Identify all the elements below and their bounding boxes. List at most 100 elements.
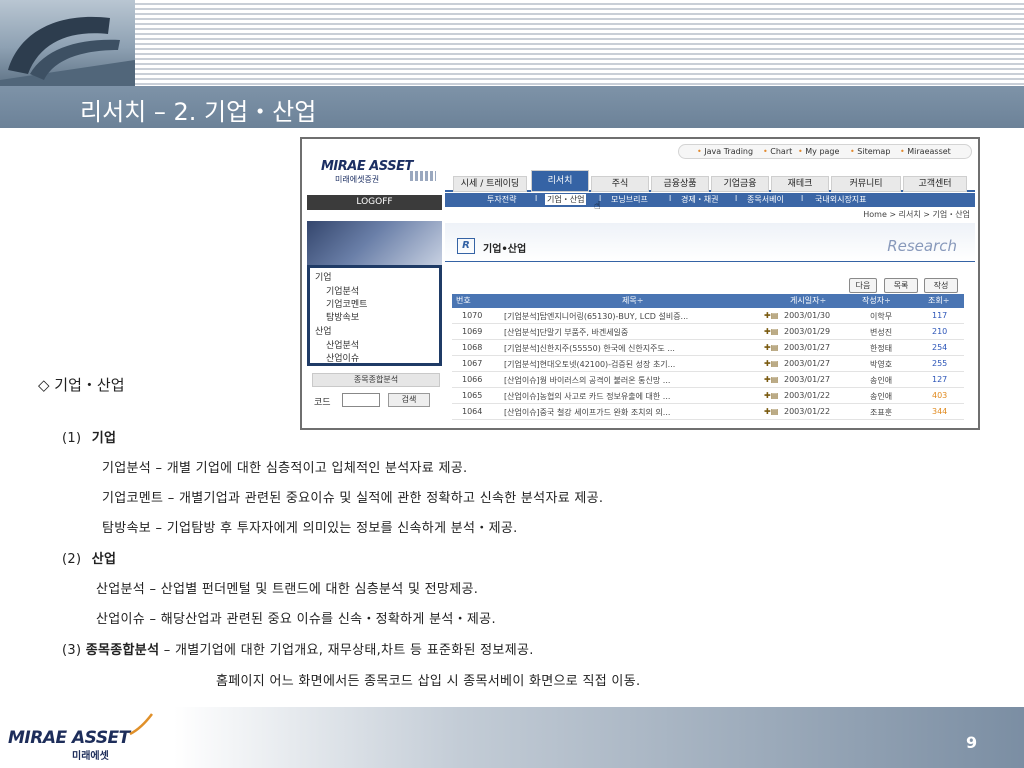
row-author: 조표훈 [870, 408, 893, 417]
logoff-button[interactable]: LOGOFF [307, 195, 442, 210]
row-views: 127 [932, 375, 948, 384]
side-menu-item-company-analysis[interactable]: 기업분석 [326, 284, 359, 297]
side-menu-group-company[interactable]: 기업 [315, 270, 332, 283]
row-title-link[interactable]: [기업분석]탑엔지니어링(65130)-BUY, LCD 설비증... [504, 311, 752, 322]
row-date: 2003/01/27 [784, 343, 831, 352]
col-header-views[interactable]: 조회÷ [928, 295, 949, 306]
row-no: 1066 [462, 375, 483, 384]
row-title-link[interactable]: [산업이슈]농협의 사고로 카드 정보유출에 대한 ... [504, 391, 752, 402]
section-1-number: (1) [62, 431, 82, 446]
row-title-link[interactable]: [산업이슈]웜 바이러스의 공격이 불러온 통신망 ... [504, 375, 752, 386]
side-menu-item-company-comment[interactable]: 기업코멘트 [326, 297, 367, 310]
side-banner-image [307, 221, 442, 266]
table-header: 번호 제목÷ 게시일자÷ 작성자÷ 조회÷ [452, 294, 964, 308]
col-header-author[interactable]: 작성자÷ [862, 295, 891, 306]
col-header-date[interactable]: 게시일자÷ [790, 295, 826, 306]
attachment-icon[interactable]: ✚▤ [764, 327, 782, 336]
content-header: R 기업•산업 Research [445, 223, 975, 261]
side-menu-group-industry[interactable]: 산업 [315, 324, 332, 337]
footer-logo: MIRAE ASSET [8, 728, 130, 748]
mouse-cursor-icon: ☝ [594, 199, 601, 212]
side-menu-item-industry-issue[interactable]: 산업이슈 [326, 351, 359, 364]
subnav-company-industry[interactable]: 기업・산업 [545, 194, 587, 205]
table-row[interactable]: 1065 [산업이슈]농협의 사고로 카드 정보유출에 대한 ... ✚▤ 20… [452, 389, 964, 404]
row-title-link[interactable]: [산업이슈]중국 철강 세이프가드 완화 조치의 의... [504, 407, 752, 418]
section-3-title: 종목종합분석 [85, 643, 160, 658]
row-author: 이학무 [870, 312, 893, 321]
attachment-icon[interactable]: ✚▤ [764, 407, 782, 416]
subnav-separator: l [735, 194, 738, 203]
site-logo[interactable]: MIRAE ASSET 미래에셋증권 [307, 145, 442, 191]
table-row[interactable]: 1069 [산업분석]단말기 부품주, 바겐세일중 ✚▤ 2003/01/29 … [452, 325, 964, 340]
row-title-link[interactable]: [기업분석]신한지주(55550) 한국에 신한지주도 ... [504, 343, 752, 354]
side-menu-item-visit-news[interactable]: 탐방속보 [326, 310, 359, 323]
header-photo [0, 0, 135, 86]
site-logo-sub: 미래에셋증권 [335, 175, 380, 184]
util-link-java-trading[interactable]: • Java Trading [697, 147, 753, 156]
sub-nav: 투자전략 l 기업・산업 l 모닝브리프 l 경제・채권 l 종목서베이 l 국… [445, 193, 975, 207]
section-1-heading: (1) 기업 [62, 427, 116, 446]
table-row[interactable]: 1064 [산업이슈]중국 철강 세이프가드 완화 조치의 의... ✚▤ 20… [452, 405, 964, 420]
table-row[interactable]: 1068 [기업분석]신한지주(55550) 한국에 신한지주도 ... ✚▤ … [452, 341, 964, 356]
attachment-icon[interactable]: ✚▤ [764, 375, 782, 384]
subnav-separator: l [801, 194, 804, 203]
search-button[interactable]: 검색 [388, 393, 430, 407]
section-2-title: 산업 [91, 552, 117, 567]
side-menu-item-industry-analysis[interactable]: 산업분석 [326, 338, 359, 351]
row-no: 1067 [462, 359, 483, 368]
subnav-market-index[interactable]: 국내외시장지표 [815, 194, 867, 205]
tab-community[interactable]: 커뮤니티 [831, 176, 901, 192]
row-author: 한정태 [870, 344, 893, 353]
tab-financial-products[interactable]: 금융상품 [651, 176, 709, 192]
section-1-title: 기업 [91, 431, 117, 446]
row-title-link[interactable]: [기업분석]현대오토넷(42100)-검증된 성장 초기... [504, 359, 752, 370]
row-no: 1070 [462, 311, 483, 320]
tab-customer-center[interactable]: 고객센터 [903, 176, 967, 192]
table-row[interactable]: 1066 [산업이슈]웜 바이러스의 공격이 불러온 통신망 ... ✚▤ 20… [452, 373, 964, 388]
section-1-line: 기업분석 – 개별 기업에 대한 심층적이고 입체적인 분석자료 제공. [102, 461, 468, 476]
subnav-morning-brief[interactable]: 모닝브리프 [611, 194, 648, 205]
next-button[interactable]: 다음 [849, 278, 877, 293]
tab-stocks[interactable]: 주식 [591, 176, 649, 192]
subnav-economy-bond[interactable]: 경제・채권 [681, 194, 718, 205]
util-link-miraeasset[interactable]: • Miraeasset [900, 147, 951, 156]
write-button[interactable]: 작성 [924, 278, 958, 293]
tab-trading[interactable]: 시세 / 트레이딩 [453, 176, 527, 192]
table-row[interactable]: 1067 [기업분석]현대오토넷(42100)-검증된 성장 초기... ✚▤ … [452, 357, 964, 372]
row-date: 2003/01/27 [784, 375, 831, 384]
side-menu: 기업 기업분석 기업코멘트 탐방속보 산업 산업분석 산업이슈 [307, 265, 442, 366]
table-row[interactable]: 1070 [기업분석]탑엔지니어링(65130)-BUY, LCD 설비증...… [452, 309, 964, 324]
row-title-link[interactable]: [산업분석]단말기 부품주, 바겐세일중 [504, 327, 752, 338]
row-views: 254 [932, 343, 948, 352]
attachment-icon[interactable]: ✚▤ [764, 343, 782, 352]
tab-wealth[interactable]: 재테크 [771, 176, 829, 192]
tab-corporate-finance[interactable]: 기업금융 [711, 176, 769, 192]
attachment-icon[interactable]: ✚▤ [764, 311, 782, 320]
attachment-icon[interactable]: ✚▤ [764, 391, 782, 400]
main-nav: 시세 / 트레이딩 리서치 주식 금융상품 기업금융 재테크 커뮤니티 고객센터 [445, 170, 975, 192]
subnav-stock-survey[interactable]: 종목서베이 [747, 194, 784, 205]
page-number: 9 [966, 733, 978, 752]
list-button[interactable]: 목록 [884, 278, 918, 293]
subnav-strategy[interactable]: 투자전략 [487, 194, 516, 205]
col-header-no[interactable]: 번호 [456, 295, 471, 306]
row-no: 1065 [462, 391, 483, 400]
util-link-mypage[interactable]: • My page [798, 147, 839, 156]
util-link-chart[interactable]: • Chart [763, 147, 792, 156]
attachment-icon[interactable]: ✚▤ [764, 359, 782, 368]
subnav-separator: l [535, 194, 538, 203]
header-arch-image [0, 16, 135, 86]
section-1-line: 탐방속보 – 기업탐방 후 투자자에게 의미있는 정보를 신속하게 분석・제공. [102, 521, 518, 536]
util-link-sitemap[interactable]: • Sitemap [850, 147, 890, 156]
site-logo-text: MIRAE ASSET [321, 159, 413, 174]
row-date: 2003/01/22 [784, 391, 831, 400]
section-2-line: 산업이슈 – 해당산업과 관련된 중요 이슈를 신속・정확하게 분석・제공. [96, 612, 496, 627]
row-no: 1069 [462, 327, 483, 336]
tab-research[interactable]: 리서치 [531, 170, 589, 192]
stock-search-title: 종목종합분석 [312, 373, 440, 387]
row-date: 2003/01/29 [784, 327, 831, 336]
code-input[interactable] [342, 393, 380, 407]
row-date: 2003/01/30 [784, 311, 831, 320]
row-views: 403 [932, 391, 948, 400]
col-header-title[interactable]: 제목÷ [622, 295, 643, 306]
